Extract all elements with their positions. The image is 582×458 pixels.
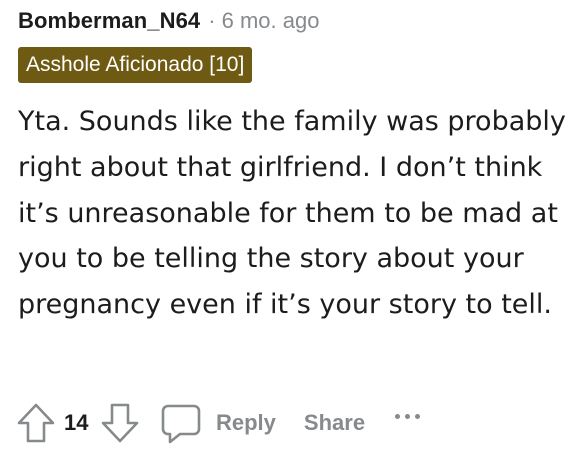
downvote-arrow-icon: [101, 403, 139, 443]
comment-body: Yta. Sounds like the family was probably…: [18, 106, 566, 321]
upvote-arrow-icon: [17, 403, 55, 443]
meta-separator: ·: [208, 8, 216, 33]
timestamp[interactable]: 6 mo. ago: [222, 8, 320, 34]
comment: Bomberman_N64 · 6 mo. ago Asshole Aficio…: [0, 0, 582, 458]
user-flair: Asshole Aficionado [10]: [18, 47, 253, 83]
comment-actions: 14 Reply Share: [14, 400, 421, 446]
share-button[interactable]: Share: [304, 410, 365, 436]
comment-meta: Bomberman_N64 · 6 mo. ago: [18, 6, 319, 36]
share-label: Share: [303, 410, 366, 435]
vote-score: 14: [64, 410, 89, 435]
username-link[interactable]: Bomberman_N64: [18, 8, 200, 34]
more-options-dot: [405, 413, 411, 419]
more-options-button[interactable]: [395, 393, 421, 439]
speech-bubble-icon: [161, 404, 201, 444]
reply-button[interactable]: Reply: [160, 402, 276, 444]
more-options-icon: [395, 413, 401, 419]
downvote-button[interactable]: [98, 400, 142, 446]
more-options-dot: [415, 413, 421, 419]
reply-label: Reply: [216, 410, 276, 435]
upvote-button[interactable]: [14, 400, 58, 446]
